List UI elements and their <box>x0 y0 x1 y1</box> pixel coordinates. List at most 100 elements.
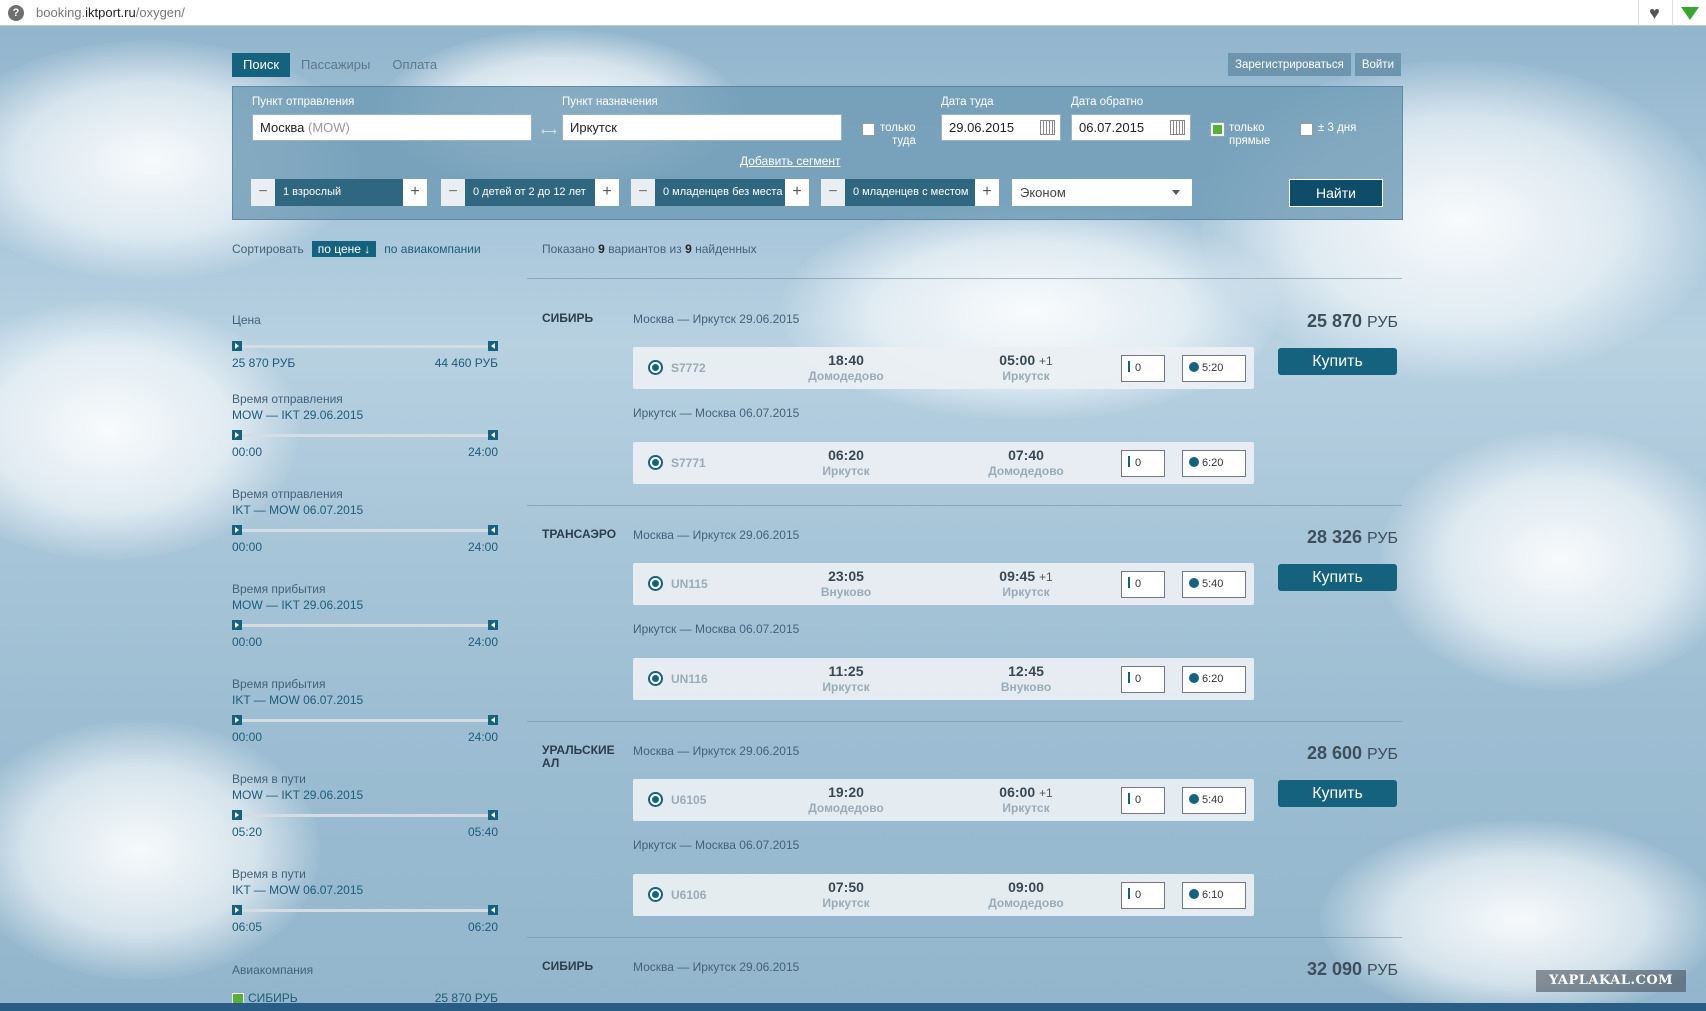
slider-min-handle[interactable] <box>232 525 242 535</box>
infants-seat-stepper: − 0 младенцев с местом + <box>821 179 999 206</box>
slider-min-handle[interactable] <box>232 620 242 630</box>
slider-track <box>235 719 495 722</box>
range-slider[interactable] <box>232 430 498 440</box>
site-info-icon[interactable]: ? <box>8 4 24 21</box>
swap-arrow-icon[interactable]: ⟷ <box>541 125 557 138</box>
range-slider[interactable] <box>232 525 498 535</box>
range-slider[interactable] <box>232 341 498 351</box>
filter-max-value: 44 460 РУБ <box>434 356 498 370</box>
minus-button[interactable]: − <box>441 179 465 206</box>
slider-max-handle[interactable] <box>488 620 498 630</box>
login-button[interactable]: Войти <box>1354 53 1401 76</box>
filter-block: Время прибытия MOW — IKT 29.06.2015 00:00 2… <box>232 582 498 649</box>
stops-badge: 0 <box>1121 882 1165 909</box>
filter-max-value: 05:40 <box>467 825 498 839</box>
watermark: YAPLAKAL.COM <box>1536 970 1686 992</box>
buy-button[interactable]: Купить <box>1278 780 1397 807</box>
address-url[interactable]: booking.iktport.ru/oxygen/ <box>36 5 185 20</box>
filter-subtitle: IKT — MOW 06.07.2015 <box>232 693 364 707</box>
add-segment-link[interactable]: Добавить сегмент <box>740 154 840 168</box>
slider-max-handle[interactable] <box>488 715 498 725</box>
slider-min-handle[interactable] <box>232 810 242 820</box>
divider <box>527 278 1402 279</box>
radio-selected-icon[interactable] <box>648 792 663 807</box>
direct-only-checkbox[interactable]: только прямые <box>1210 122 1270 148</box>
calendar-icon[interactable] <box>1170 120 1185 135</box>
checkbox-icon[interactable] <box>862 123 875 136</box>
download-icon[interactable] <box>1672 0 1706 26</box>
plus-button[interactable]: + <box>975 179 999 206</box>
slider-max-handle[interactable] <box>488 525 498 535</box>
filter-title: Цена <box>232 313 261 327</box>
filter-max-value: 06:20 <box>467 920 498 934</box>
filter-min-value: 00:00 <box>232 540 263 554</box>
class-select[interactable]: Эконом <box>1012 179 1192 206</box>
flight-row[interactable]: S7771 06:20 Иркутск 07:40 Домодедово 0 6:20 <box>633 442 1254 484</box>
slider-max-handle[interactable] <box>488 341 498 351</box>
duration-badge: 5:40 <box>1182 571 1246 598</box>
clock-icon <box>1189 673 1199 683</box>
tab-passengers[interactable]: Пассажиры <box>290 53 381 77</box>
plus-button[interactable]: + <box>785 179 809 206</box>
checkbox-checked-icon[interactable] <box>1210 122 1225 137</box>
slider-min-handle[interactable] <box>232 715 242 725</box>
flight-row[interactable]: UN115 23:05 Внуково 09:45 +1 Иркутск 0 5:40 <box>633 563 1254 605</box>
to-input[interactable]: Иркутск <box>562 114 842 141</box>
stops-badge: 0 <box>1121 355 1165 382</box>
filter-block: Цена 25 870 РУБ 44 460 РУБ <box>232 313 498 370</box>
adults-stepper: − 1 взрослый + <box>251 179 427 206</box>
slider-track <box>235 624 495 627</box>
buy-button[interactable]: Купить <box>1278 564 1397 591</box>
infants-no-seat-count: 0 младенцев без места <box>655 179 785 206</box>
route-back: Иркутск — Москва 06.07.2015 <box>633 622 800 636</box>
tab-search[interactable]: Поиск <box>232 53 291 77</box>
flexible-dates-checkbox[interactable]: ± 3 дня <box>1300 122 1356 136</box>
os-taskbar <box>0 1003 1706 1011</box>
minus-button[interactable]: − <box>821 179 845 206</box>
chevron-down-icon[interactable] <box>1172 190 1180 195</box>
slider-max-handle[interactable] <box>488 430 498 440</box>
slider-max-handle[interactable] <box>488 810 498 820</box>
slider-min-handle[interactable] <box>232 341 242 351</box>
browser-address-bar[interactable]: ? booking.iktport.ru/oxygen/ ♥ <box>0 0 1706 26</box>
stops-badge: 0 <box>1121 571 1165 598</box>
calendar-icon[interactable] <box>1040 120 1055 135</box>
flight-row[interactable]: S7772 18:40 Домодедово 05:00 +1 Иркутск 0 5:20 <box>633 347 1254 389</box>
flight-row[interactable]: U6106 07:50 Иркутск 09:00 Домодедово 0 6:10 <box>633 874 1254 916</box>
radio-selected-icon[interactable] <box>648 360 663 375</box>
radio-selected-icon[interactable] <box>648 455 663 470</box>
range-slider[interactable] <box>232 715 498 725</box>
radio-selected-icon[interactable] <box>648 887 663 902</box>
flight-row[interactable]: U6105 19:20 Домодедово 06:00 +1 Иркутск 0 5:40 <box>633 779 1254 821</box>
range-slider[interactable] <box>232 905 498 915</box>
plus-button[interactable]: + <box>403 179 427 206</box>
divider <box>527 721 1402 722</box>
filter-min-value: 06:05 <box>232 920 263 934</box>
sort-by-airline-link[interactable]: по авиакомпании <box>384 242 480 256</box>
to-label: Пункт назначения <box>562 96 658 108</box>
radio-selected-icon[interactable] <box>648 576 663 591</box>
register-button[interactable]: Зарегистрироваться <box>1228 53 1351 76</box>
filter-min-value: 00:00 <box>232 635 263 649</box>
favorite-heart-icon[interactable]: ♥ <box>1638 0 1670 26</box>
range-slider[interactable] <box>232 810 498 820</box>
slider-min-handle[interactable] <box>232 430 242 440</box>
buy-button[interactable]: Купить <box>1278 348 1397 375</box>
find-button[interactable]: Найти <box>1289 179 1383 207</box>
flight-row[interactable]: UN116 11:25 Иркутск 12:45 Внуково 0 6:20 <box>633 658 1254 700</box>
tab-payment[interactable]: Оплата <box>381 53 448 77</box>
sort-by-price-button[interactable]: по цене ↓ <box>311 241 377 257</box>
date-back-input[interactable]: 06.07.2015 <box>1071 114 1191 141</box>
range-slider[interactable] <box>232 620 498 630</box>
plus-button[interactable]: + <box>595 179 619 206</box>
radio-selected-icon[interactable] <box>648 671 663 686</box>
slider-min-handle[interactable] <box>232 905 242 915</box>
minus-button[interactable]: − <box>631 179 655 206</box>
slider-track <box>235 814 495 817</box>
from-input[interactable]: Москва (MOW) <box>252 114 532 141</box>
checkbox-icon[interactable] <box>1300 123 1313 136</box>
minus-button[interactable]: − <box>251 179 275 206</box>
one-way-checkbox[interactable]: только туда <box>862 122 916 148</box>
slider-max-handle[interactable] <box>488 905 498 915</box>
date-out-input[interactable]: 29.06.2015 <box>941 114 1061 141</box>
